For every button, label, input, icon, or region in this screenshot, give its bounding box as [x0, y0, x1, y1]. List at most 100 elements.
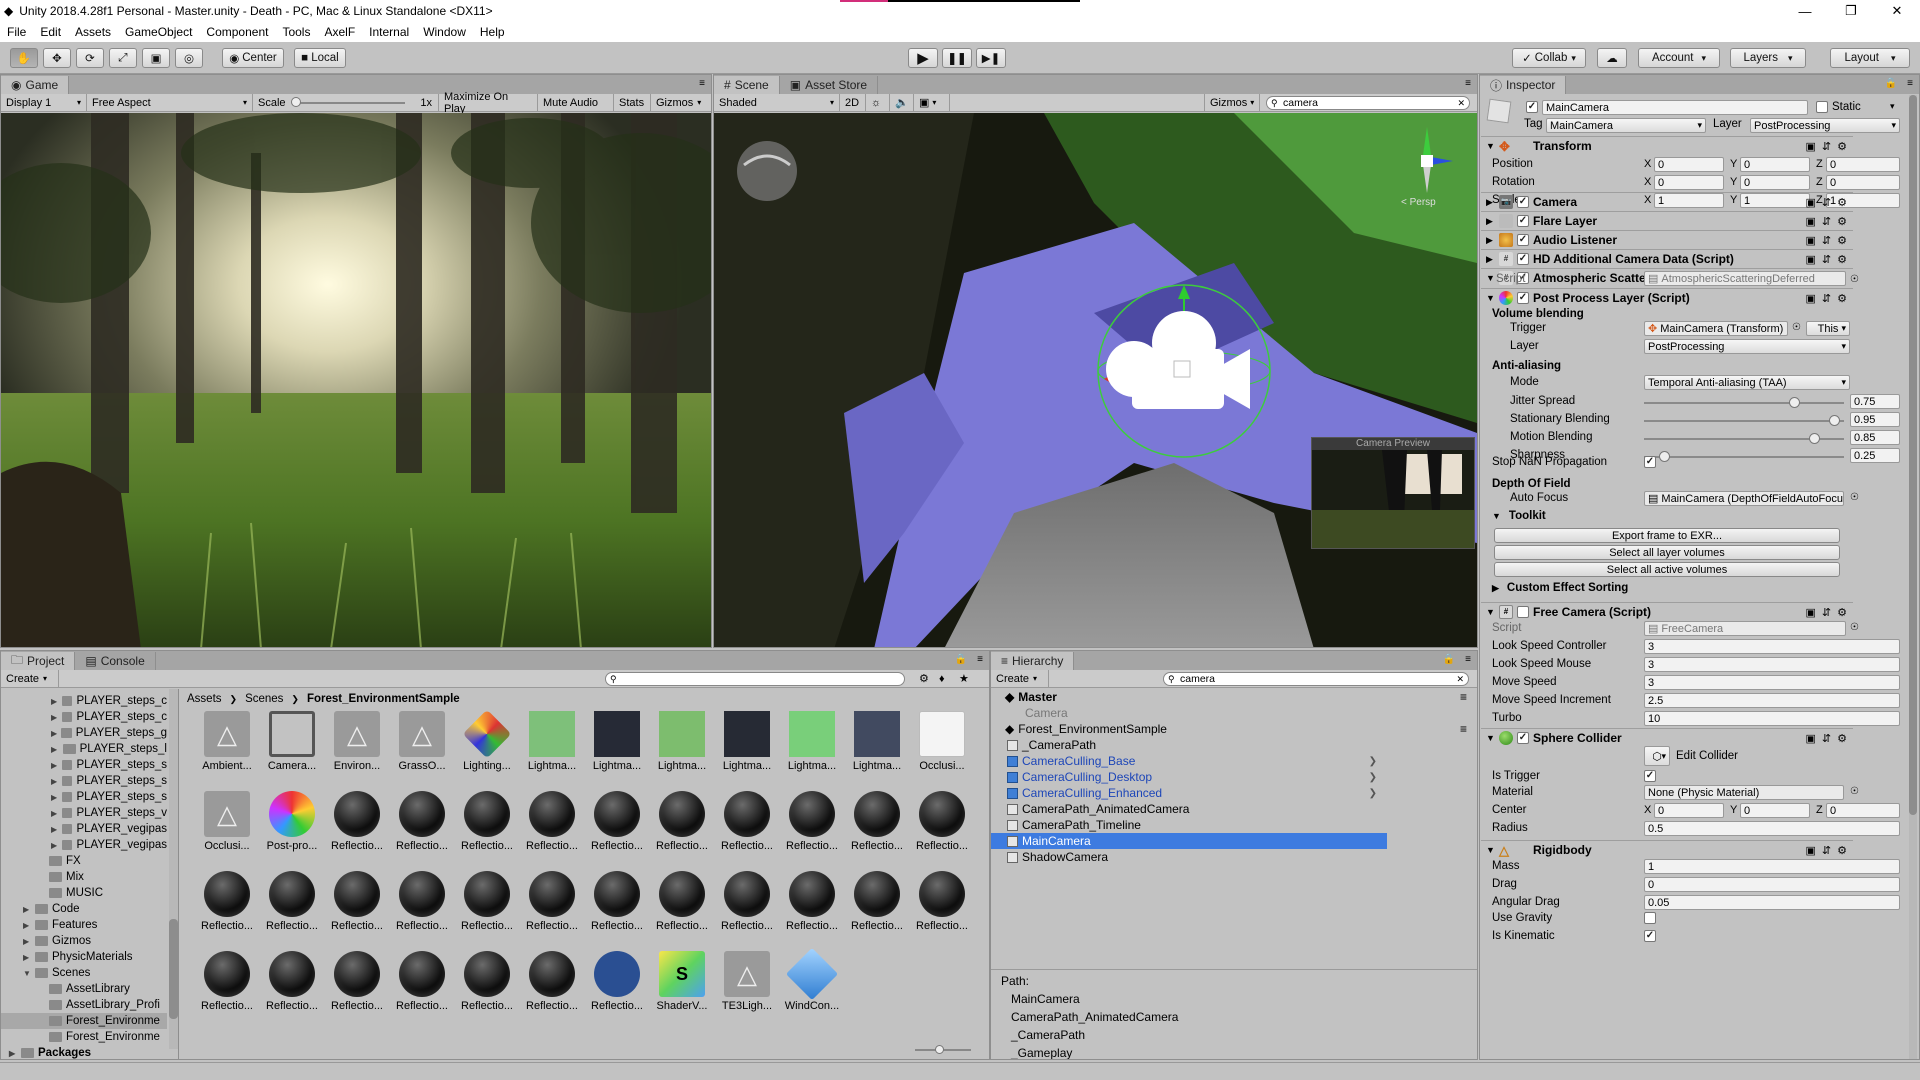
- asset-item[interactable]: Reflectio...: [522, 791, 582, 853]
- scale-knob[interactable]: [291, 96, 301, 107]
- breadcrumb-item[interactable]: Assets: [187, 693, 222, 705]
- tree-item[interactable]: ▶ PLAYER_steps_l: [1, 741, 167, 757]
- asset-item[interactable]: Reflectio...: [457, 951, 517, 1013]
- foldout-open-icon[interactable]: ▼: [1486, 141, 1495, 151]
- asset-item[interactable]: △ TE3Ligh...: [717, 951, 777, 1013]
- tree-item[interactable]: ▶ Gizmos: [1, 933, 167, 949]
- trigger-field[interactable]: ✥ MainCamera (Transform): [1644, 321, 1788, 336]
- select-active-volumes-button[interactable]: Select all active volumes: [1494, 562, 1840, 577]
- foldout-closed-icon[interactable]: ▶: [51, 793, 58, 802]
- hierarchy-create-dropdown[interactable]: Create ▾: [991, 669, 1049, 688]
- stats-toggle[interactable]: Stats: [614, 93, 651, 112]
- asset-item[interactable]: Lightma...: [522, 711, 582, 773]
- asset-item[interactable]: △ Occlusi...: [197, 791, 257, 853]
- lighting-toggle[interactable]: ☼: [866, 93, 890, 112]
- asset-item[interactable]: Reflectio...: [392, 871, 452, 933]
- custom-sorting-foldout[interactable]: ▶ Custom Effect Sorting: [1492, 582, 1628, 594]
- 2d-toggle[interactable]: 2D: [840, 93, 866, 112]
- help-icon[interactable]: ▣: [1806, 253, 1816, 266]
- shading-dropdown[interactable]: Shaded ▾: [714, 93, 840, 112]
- asset-item[interactable]: △ Environ...: [327, 711, 387, 773]
- rotate-tool-button[interactable]: ⟳: [76, 48, 104, 68]
- menu-window[interactable]: Window: [416, 25, 473, 39]
- foldout-closed-icon[interactable]: ▶: [51, 745, 59, 754]
- project-search-input[interactable]: ⚲: [605, 672, 905, 686]
- slider-value-field[interactable]: 0.95: [1850, 412, 1900, 427]
- asset-item[interactable]: Reflectio...: [522, 871, 582, 933]
- account-dropdown[interactable]: Account ▾: [1638, 48, 1720, 68]
- pause-button[interactable]: ❚❚: [942, 48, 972, 68]
- help-icon[interactable]: ▣: [1806, 140, 1816, 153]
- tree-item[interactable]: ▼ Scenes: [1, 965, 167, 981]
- path-entry[interactable]: MainCamera: [1011, 992, 1178, 1010]
- foldout-closed-icon[interactable]: ▶: [51, 713, 58, 722]
- asset-item[interactable]: Reflectio...: [327, 791, 387, 853]
- pivot-center-button[interactable]: ◉ Center: [222, 48, 284, 68]
- asset-item[interactable]: Reflectio...: [847, 871, 907, 933]
- component-header-1[interactable]: ▶ ✓ Flare Layer ▣ ⇵ ⚙: [1481, 211, 1853, 230]
- rigidbody-field[interactable]: 0: [1644, 877, 1900, 892]
- rect-tool-button[interactable]: ▣: [142, 48, 170, 68]
- asset-item[interactable]: Reflectio...: [327, 951, 387, 1013]
- menu-file[interactable]: File: [0, 25, 33, 39]
- preset-icon[interactable]: ⇵: [1822, 215, 1831, 228]
- filter-type-icon[interactable]: ⚙: [919, 672, 929, 685]
- hand-tool-button[interactable]: ✋: [10, 48, 38, 68]
- transform-tool-button[interactable]: ◎: [175, 48, 203, 68]
- close-icon[interactable]: ✕: [1874, 0, 1920, 22]
- hierarchy-item[interactable]: ShadowCamera: [991, 849, 1387, 865]
- tab-scene[interactable]: # Scene: [714, 76, 780, 94]
- scene-search-input[interactable]: ⚲ camera ✕: [1266, 96, 1470, 110]
- tree-item[interactable]: ▶ PLAYER_vegipas: [1, 837, 167, 853]
- panel-menu-icon[interactable]: ≡: [1465, 654, 1471, 665]
- play-button[interactable]: ▶: [908, 48, 938, 68]
- tab-game[interactable]: ◉ Game: [1, 76, 70, 94]
- gameobject-name-field[interactable]: MainCamera: [1542, 100, 1808, 115]
- tree-item[interactable]: ▶ PLAYER_steps_c: [1, 693, 167, 709]
- slider-track[interactable]: [1644, 451, 1844, 462]
- project-create-dropdown[interactable]: Create ▾: [1, 669, 59, 688]
- freecam-field[interactable]: 10: [1644, 711, 1900, 726]
- freecam-header[interactable]: ▼ # Free Camera (Script) ▣ ⇵ ⚙: [1481, 602, 1853, 621]
- asset-item[interactable]: Reflectio...: [782, 871, 842, 933]
- slider-knob[interactable]: [1789, 397, 1800, 408]
- foldout-open-icon[interactable]: ▼: [1486, 845, 1495, 855]
- lock-icon[interactable]: 🔒: [1885, 78, 1897, 89]
- game-gizmos-dropdown[interactable]: Gizmos ▾: [651, 94, 709, 112]
- foldout-closed-icon[interactable]: ▶: [51, 825, 58, 834]
- foldout-open-icon[interactable]: ▼: [23, 969, 31, 978]
- slider-track[interactable]: [1644, 397, 1844, 408]
- tree-item[interactable]: ▶ Code: [1, 901, 167, 917]
- is-kinematic-checkbox[interactable]: ✓: [1644, 930, 1656, 942]
- tab-inspector[interactable]: ⓘ Inspector: [1480, 76, 1567, 94]
- asset-item[interactable]: Occlusi...: [912, 711, 972, 773]
- component-enabled-checkbox[interactable]: ✓: [1517, 196, 1529, 208]
- rigidbody-field[interactable]: 1: [1644, 859, 1900, 874]
- sphere-collider-header[interactable]: ▼ ✓ Sphere Collider ▣ ⇵ ⚙: [1481, 728, 1853, 747]
- preset-icon[interactable]: ⇵: [1822, 234, 1831, 247]
- component-header-0[interactable]: ▶ 📷 ✓ Camera ▣ ⇵ ⚙: [1481, 192, 1853, 211]
- asset-item[interactable]: Reflectio...: [912, 791, 972, 853]
- asset-item[interactable]: Reflectio...: [392, 791, 452, 853]
- foldout-closed-icon[interactable]: ▶: [1486, 216, 1493, 227]
- foldout-closed-icon[interactable]: ▶: [1486, 254, 1493, 265]
- foldout-closed-icon[interactable]: ▶: [23, 937, 31, 946]
- move-tool-button[interactable]: ✥: [43, 48, 71, 68]
- gear-icon[interactable]: ⚙: [1837, 196, 1847, 209]
- game-viewport[interactable]: [1, 113, 711, 647]
- aspect-dropdown[interactable]: Free Aspect ▾: [87, 93, 253, 112]
- tab-console[interactable]: ▤ Console: [75, 652, 156, 670]
- hierarchy-item[interactable]: CameraCulling_Enhanced ❯: [991, 785, 1387, 801]
- layers-dropdown[interactable]: Layers ▾: [1730, 48, 1806, 68]
- gear-icon[interactable]: ⚙: [1837, 215, 1847, 228]
- target-icon[interactable]: ☉: [1850, 786, 1859, 797]
- asset-item[interactable]: Reflectio...: [587, 871, 647, 933]
- freecam-field[interactable]: 2.5: [1644, 693, 1900, 708]
- foldout-open-icon[interactable]: ▼: [1486, 607, 1495, 617]
- slider-value-field[interactable]: 0.25: [1850, 448, 1900, 463]
- freecam-field[interactable]: 3: [1644, 657, 1900, 672]
- freecam-field[interactable]: 3: [1644, 639, 1900, 654]
- menu-edit[interactable]: Edit: [33, 25, 68, 39]
- help-icon[interactable]: ▣: [1806, 196, 1816, 209]
- foldout-open-icon[interactable]: ▼: [1486, 733, 1495, 743]
